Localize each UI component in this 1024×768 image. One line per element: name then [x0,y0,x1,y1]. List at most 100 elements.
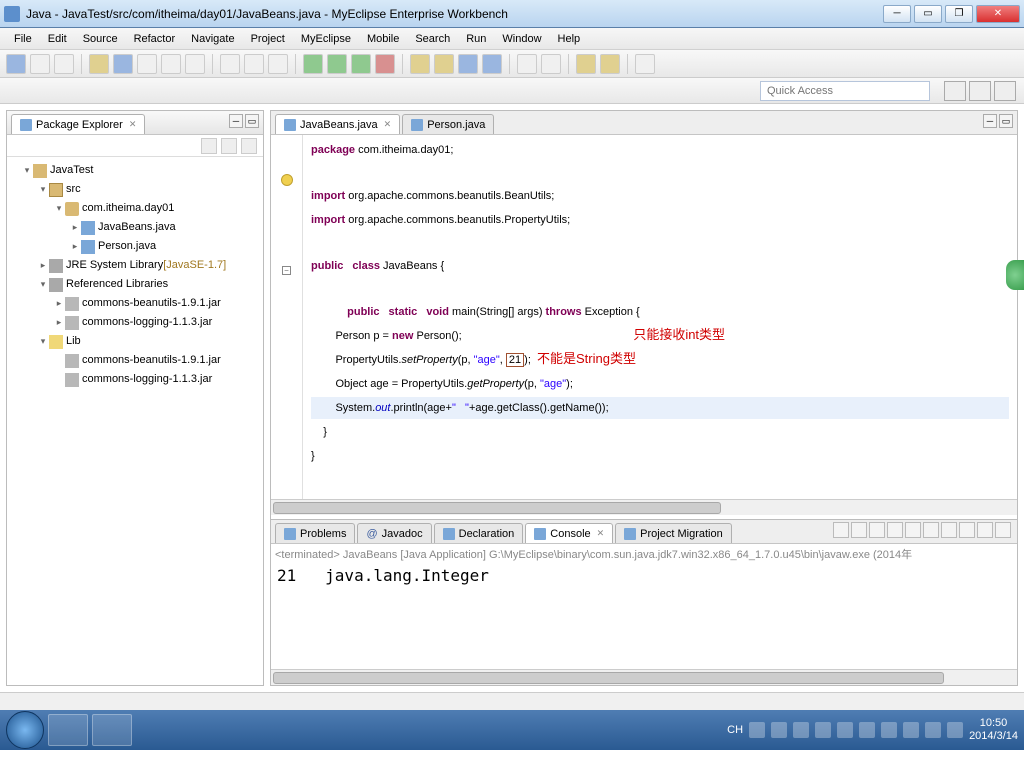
menu-navigate[interactable]: Navigate [183,31,242,47]
menu-refactor[interactable]: Refactor [126,31,184,47]
maximize-editor-button[interactable]: ▭ [999,114,1013,128]
link-editor-button[interactable] [221,138,237,154]
tool-button[interactable] [268,54,288,74]
menu-run[interactable]: Run [458,31,494,47]
debug-button[interactable] [303,54,323,74]
maximize-view-button[interactable]: ▭ [245,114,259,128]
nav-back-button[interactable] [576,54,596,74]
tab-problems[interactable]: Problems [275,523,355,543]
menu-mobile[interactable]: Mobile [359,31,407,47]
tool-button[interactable] [635,54,655,74]
quick-access-input[interactable] [760,81,930,101]
warning-icon[interactable] [281,174,293,186]
code-text[interactable]: package com.itheima.day01; import org.ap… [303,135,1017,499]
ime-indicator[interactable]: CH [727,724,743,736]
tray-icon[interactable] [903,722,919,738]
restore-button[interactable]: ▭ [914,5,942,23]
taskbar-app[interactable] [48,714,88,746]
menu-search[interactable]: Search [407,31,458,47]
tray-icon[interactable] [925,722,941,738]
nav-fwd-button[interactable] [600,54,620,74]
editor-area: JavaBeans.java ✕ Person.java ─ ▭ [270,110,1018,686]
console-tool[interactable] [851,522,867,538]
view-menu-button[interactable] [241,138,257,154]
console-tool[interactable] [869,522,885,538]
tab-javadoc[interactable]: @ Javadoc [357,523,431,543]
minimize-view-button[interactable]: ─ [229,114,243,128]
tool-button[interactable] [137,54,157,74]
tab-console[interactable]: Console✕ [525,523,613,543]
package-explorer-tab[interactable]: Package Explorer ✕ [11,114,145,134]
maximize-button[interactable]: ❐ [945,5,973,23]
code-editor[interactable]: − package com.itheima.day01; import org.… [271,135,1017,499]
tool-button[interactable] [161,54,181,74]
fold-icon[interactable]: − [282,266,291,275]
maximize-view-button[interactable] [995,522,1011,538]
perspective-java[interactable] [969,81,991,101]
tool-button[interactable] [220,54,240,74]
coverage-button[interactable] [375,54,395,74]
tool-button[interactable] [244,54,264,74]
menu-edit[interactable]: Edit [40,31,75,47]
tab-declaration[interactable]: Declaration [434,523,524,543]
editor-gutter[interactable]: − [271,135,303,499]
editor-hscroll[interactable] [271,499,1017,515]
save-button[interactable] [30,54,50,74]
console-tool[interactable] [905,522,921,538]
tray-icon[interactable] [771,722,787,738]
editor-tab-person[interactable]: Person.java [402,114,494,134]
menu-window[interactable]: Window [494,31,549,47]
quick-access-bar [0,78,1024,104]
start-button[interactable] [6,711,44,749]
minimize-editor-button[interactable]: ─ [983,114,997,128]
taskbar-app[interactable] [92,714,132,746]
tray-icon[interactable] [815,722,831,738]
console-tool[interactable] [959,522,975,538]
console-hscroll[interactable] [271,669,1017,685]
menu-file[interactable]: File [6,31,40,47]
menu-myeclipse[interactable]: MyEclipse [293,31,359,47]
collapse-all-button[interactable] [201,138,217,154]
tool-button[interactable] [517,54,537,74]
console-tool[interactable] [887,522,903,538]
tray-icon[interactable] [837,722,853,738]
tool-button[interactable] [458,54,478,74]
project-tree[interactable]: ▾JavaTest ▾src ▾com.itheima.day01 ▸JavaB… [7,157,263,685]
saveall-button[interactable] [54,54,74,74]
console-tool[interactable] [941,522,957,538]
tool-button[interactable] [185,54,205,74]
console-tool[interactable] [833,522,849,538]
console-tool[interactable] [923,522,939,538]
volume-icon[interactable] [947,722,963,738]
close-button[interactable]: ✕ [976,5,1020,23]
tool-button[interactable] [434,54,454,74]
tool-button[interactable] [482,54,502,74]
menu-help[interactable]: Help [550,31,589,47]
menu-source[interactable]: Source [75,31,126,47]
console-view[interactable]: <terminated> JavaBeans [Java Application… [271,544,1017,669]
run-button[interactable] [327,54,347,74]
tool-button[interactable] [113,54,133,74]
menu-project[interactable]: Project [243,31,293,47]
tray-icon[interactable] [859,722,875,738]
system-clock[interactable]: 10:502014/3/14 [969,717,1018,743]
tab-project-migration[interactable]: Project Migration [615,523,732,543]
editor-tab-javabeans[interactable]: JavaBeans.java ✕ [275,114,400,134]
tool-button[interactable] [410,54,430,74]
tray-icon[interactable] [749,722,765,738]
tool-button[interactable] [541,54,561,74]
minimize-button[interactable]: ─ [883,5,911,23]
tray-icon[interactable] [881,722,897,738]
minimize-view-button[interactable] [977,522,993,538]
library-icon [49,278,63,292]
close-icon[interactable]: ✕ [597,528,605,539]
tool-button[interactable] [89,54,109,74]
close-icon[interactable]: ✕ [384,119,392,130]
side-handle[interactable] [1006,260,1024,290]
perspective-switcher[interactable] [944,81,966,101]
close-icon[interactable]: ✕ [129,119,137,130]
tray-icon[interactable] [793,722,809,738]
run-last-button[interactable] [351,54,371,74]
new-button[interactable] [6,54,26,74]
perspective-myeclipse[interactable] [994,81,1016,101]
